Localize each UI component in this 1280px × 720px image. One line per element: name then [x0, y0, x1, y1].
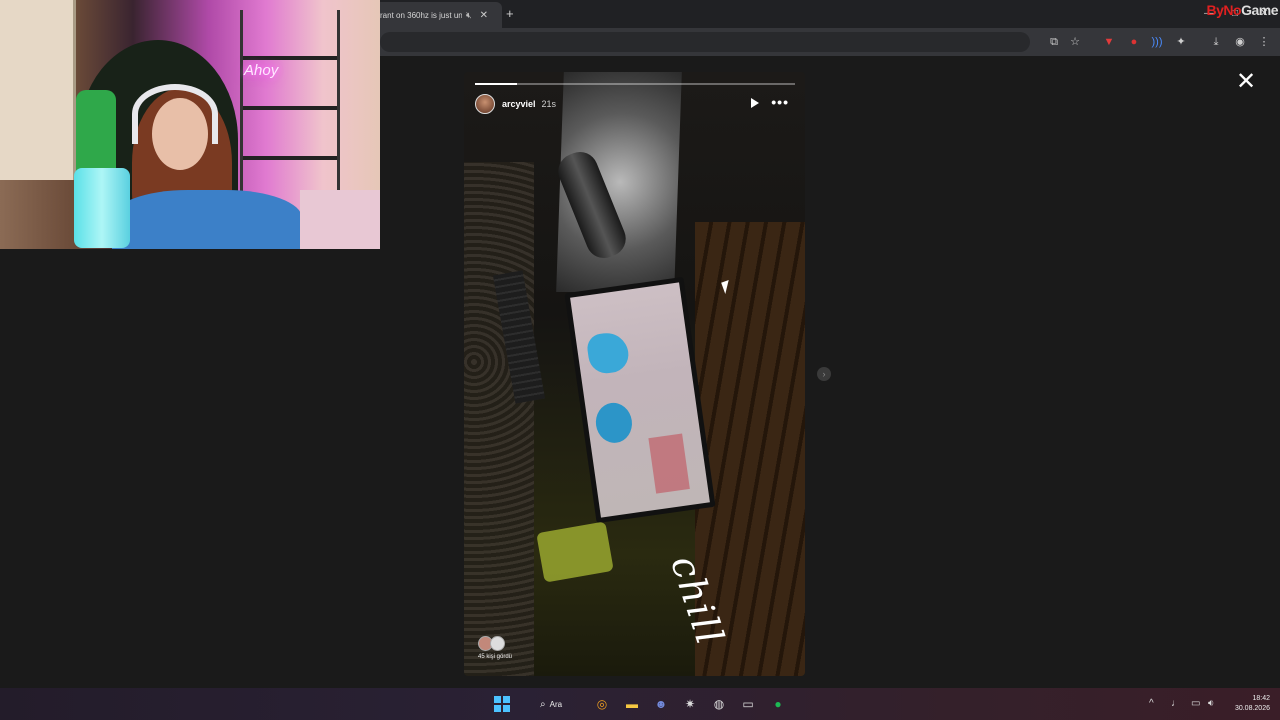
story-header: arcyviel 21s ••• [475, 94, 795, 114]
extension-red-icon[interactable]: ▼ [1102, 35, 1116, 49]
avatar[interactable] [475, 94, 495, 114]
shelf [240, 10, 340, 200]
viewer-avatar [490, 636, 505, 651]
start-button[interactable] [494, 696, 510, 712]
door [0, 0, 76, 180]
extension-audio-icon[interactable]: ))) [1150, 35, 1164, 49]
app-icon-steam[interactable]: ✷ [682, 696, 698, 712]
taskbar: ⌕ Ara ◎ ▬ ☻ ✷ ◍ ▭ ● ^ ♩ ▭ 🔉︎ 18:42 30.08… [0, 688, 1280, 720]
monitor [564, 276, 716, 524]
story-progress-track [475, 83, 795, 85]
webcam-overlay: Ahoy [0, 0, 380, 249]
browser-tab[interactable]: rant on 360hz is just un 🔇︎ ✕ [372, 2, 502, 28]
browser-menu-icon[interactable]: ⋮ [1257, 35, 1271, 49]
file-explorer-icon[interactable]: ▬ [624, 696, 640, 712]
download-icon[interactable]: ⤓ [1209, 35, 1223, 49]
microphone-icon[interactable]: ♩ [1171, 698, 1181, 709]
tab-close-icon[interactable]: ✕ [480, 10, 488, 21]
story-time: 21s [541, 99, 557, 109]
story-card[interactable]: arcyviel 21s ••• chill 45 kişi gördü [464, 72, 805, 676]
profile-avatar[interactable]: ◉ [1233, 35, 1247, 49]
play-icon[interactable] [751, 98, 759, 108]
bookmark-star-icon[interactable]: ☆ [1068, 35, 1082, 49]
monitor-screen [570, 282, 710, 518]
game-hand-2 [593, 400, 635, 446]
terminal-icon[interactable]: ▭ [740, 696, 756, 712]
spotify-icon[interactable]: ● [770, 696, 786, 712]
clock-date: 30.08.2026 [1234, 705, 1270, 712]
wall-left [464, 162, 534, 676]
game-hand [585, 330, 631, 376]
story-viewers[interactable]: 45 kişi gördü [478, 636, 512, 660]
discord-icon[interactable]: ☻ [653, 696, 669, 712]
next-story-arrow[interactable]: › [817, 367, 831, 381]
game-ui [648, 433, 690, 494]
close-icon[interactable]: ✕ [1236, 70, 1256, 94]
story-progress-fill [475, 83, 517, 85]
volume-icon[interactable]: 🔉︎ [1208, 698, 1214, 709]
search-icon: ⌕ [540, 698, 546, 710]
cyan-lamp [74, 168, 130, 248]
more-options-icon[interactable]: ••• [771, 95, 789, 109]
tray-chevron-icon[interactable]: ^ [1149, 698, 1154, 709]
search-label: Ara [549, 699, 563, 709]
address-bar[interactable] [380, 32, 1030, 52]
extension-adblock-icon[interactable]: ● [1127, 35, 1141, 49]
app-icon-obs[interactable]: ◍ [711, 696, 727, 712]
new-tab-button[interactable]: + [506, 6, 514, 21]
clock[interactable]: 18:42 30.08.2026 [1235, 694, 1270, 714]
viewer-count: 45 kişi gördü [478, 654, 513, 660]
taskbar-search[interactable]: ⌕ Ara [530, 694, 576, 714]
glow-lamp [536, 521, 614, 583]
network-icon[interactable]: ▭ [1191, 698, 1200, 709]
clock-time: 18:42 [1252, 695, 1270, 702]
install-app-icon[interactable]: ⧉ [1047, 35, 1061, 49]
neon-sign: Ahoy [244, 62, 279, 79]
extensions-puzzle-icon[interactable]: ✦ [1174, 35, 1188, 49]
viewer-avatars [478, 636, 512, 651]
headphones [132, 84, 218, 144]
story-username[interactable]: arcyviel [502, 99, 536, 109]
streamer-shirt [112, 190, 302, 249]
mute-icon[interactable]: 🔇︎ [466, 10, 472, 21]
chrome-icon[interactable]: ◎ [594, 696, 610, 712]
desk [300, 190, 380, 249]
watermark-logo: ByNoGame [1206, 2, 1279, 18]
tab-title: rant on 360hz is just un [380, 10, 462, 20]
